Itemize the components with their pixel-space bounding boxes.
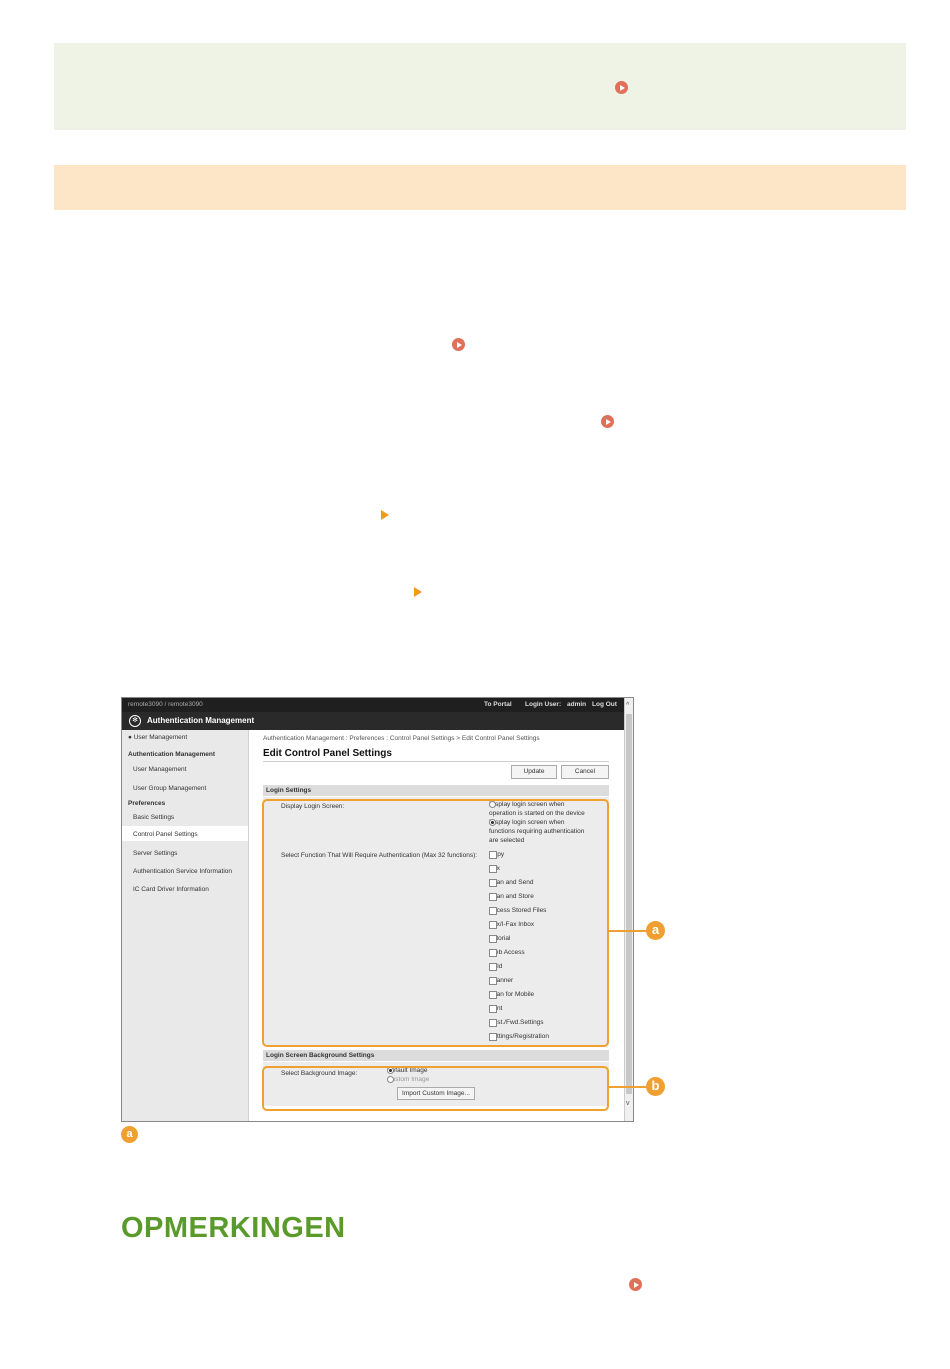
caution-box — [54, 165, 906, 210]
sidebar-group-auth: Authentication Management — [128, 751, 216, 758]
app-title: Authentication Management — [147, 716, 255, 725]
highlight-frame-b — [262, 1066, 609, 1111]
circle-play-icon[interactable] — [615, 81, 628, 94]
note-box — [54, 43, 906, 130]
sidebar-link-user-management[interactable]: ● User Management — [128, 734, 187, 741]
page-title: Edit Control Panel Settings — [263, 748, 392, 759]
callout-marker-b: b — [646, 1077, 665, 1096]
login-user-name: admin — [567, 701, 587, 708]
sidebar: ● User Management Authentication Managem… — [122, 730, 249, 1121]
callout-line-b — [607, 1086, 647, 1088]
sidebar-item-user-management[interactable]: User Management — [133, 766, 186, 773]
triangle-arrow-icon — [381, 510, 389, 520]
top-bar: remote3090 / remote3090 To Portal Login … — [122, 698, 624, 712]
log-out-link[interactable]: Log Out — [592, 701, 617, 708]
sidebar-item-auth-service[interactable]: Authentication Service Information — [133, 868, 232, 875]
circle-play-icon[interactable] — [629, 1278, 642, 1291]
sidebar-item-control-panel[interactable]: Control Panel Settings — [133, 831, 198, 838]
sidebar-item-basic[interactable]: Basic Settings — [133, 814, 174, 821]
callout-marker-a-caption: a — [121, 1126, 138, 1143]
triangle-arrow-icon — [414, 587, 422, 597]
sidebar-item-ic-card[interactable]: IC Card Driver Information — [133, 886, 209, 893]
circle-play-icon[interactable] — [452, 338, 465, 351]
callout-line-a — [607, 930, 647, 932]
to-portal-link[interactable]: To Portal — [484, 701, 512, 708]
chevron-down-icon[interactable]: v — [626, 1100, 630, 1107]
sidebar-group-preferences: Preferences — [128, 800, 166, 807]
login-user-label: Login User: — [525, 701, 562, 708]
callout-marker-a: a — [646, 921, 665, 940]
title-bar: ✻ Authentication Management — [122, 712, 624, 730]
sidebar-item-group-management[interactable]: User Group Management — [133, 785, 206, 792]
chevron-up-icon[interactable]: ^ — [626, 702, 629, 709]
sidebar-item-server[interactable]: Server Settings — [133, 850, 177, 857]
bg-settings-header: Login Screen Background Settings — [263, 1050, 609, 1061]
device-name: remote3090 / remote3090 — [128, 701, 203, 708]
ui-screenshot: remote3090 / remote3090 To Portal Login … — [121, 697, 634, 1122]
highlight-frame-a — [262, 799, 609, 1047]
circle-play-icon[interactable] — [601, 415, 614, 428]
app-logo-icon: ✻ — [129, 715, 141, 727]
scrollbar[interactable]: ^ v — [624, 698, 633, 1121]
notes-heading: OPMERKINGEN — [121, 1212, 346, 1244]
title-underline — [263, 761, 609, 762]
cancel-button[interactable]: Cancel — [561, 765, 609, 779]
login-settings-header: Login Settings — [263, 785, 609, 796]
update-button[interactable]: Update — [511, 765, 557, 779]
breadcrumb: Authentication Management : Preferences … — [263, 735, 540, 742]
scrollbar-thumb[interactable] — [626, 714, 632, 1094]
